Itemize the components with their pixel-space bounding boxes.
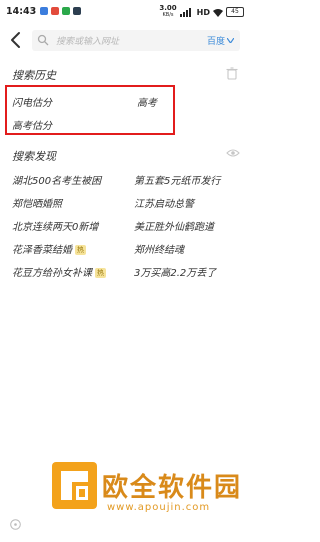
chevron-down-icon (227, 38, 234, 43)
discover-section-title: 搜索发现 (12, 150, 56, 163)
search-engine-selector[interactable]: 百度 (207, 34, 234, 47)
discover-item-label: 3万买高2.2万丢了 (134, 268, 217, 279)
signal-icon (179, 7, 191, 17)
discover-item[interactable]: 江苏启动总警 (134, 195, 194, 210)
trash-icon[interactable] (226, 67, 238, 80)
notification-icons (40, 7, 81, 15)
discover-item[interactable]: 北京连续两天0新增 (12, 218, 98, 233)
discover-item-label: 江苏启动总警 (134, 199, 194, 210)
watermark: 欧全软件园 www.apoujin.com (52, 462, 244, 537)
battery-level: 45 (231, 8, 239, 15)
network-speed: 3.00 KB/s (159, 5, 176, 19)
discover-item[interactable]: 花泽香菜结婚热 (12, 241, 86, 256)
back-arrow-icon[interactable] (8, 30, 24, 50)
discover-item-label: 美正胜外仙鹤跑道 (134, 222, 214, 233)
app-notification-icon (51, 7, 59, 15)
discover-item-label: 北京连续两天0新增 (12, 222, 99, 233)
discover-item[interactable]: 郑州终结魂 (134, 241, 184, 256)
eye-icon[interactable] (226, 148, 240, 158)
discover-item[interactable]: 郑恺晒婚照 (12, 195, 62, 210)
watermark-logo-icon (52, 462, 97, 509)
discover-item[interactable]: 湖北500名考生被困 (12, 172, 101, 187)
discover-item[interactable]: 美正胜外仙鹤跑道 (134, 218, 214, 233)
history-section-title: 搜索历史 (12, 69, 56, 82)
app-notification-icon (40, 7, 48, 15)
history-item[interactable]: 高考 (137, 94, 157, 109)
discover-item[interactable]: 第五套5元纸币发行 (134, 172, 220, 187)
search-placeholder: 搜索或输入网址 (56, 37, 120, 47)
discover-item[interactable]: 花豆方给孙女补课热 (12, 264, 106, 279)
status-indicators: 3.00 KB/s HD 45 (159, 5, 244, 19)
hot-badge: 热 (95, 268, 106, 278)
status-bar: 14:43 3.00 KB/s HD 45 (0, 0, 250, 22)
hot-badge: 热 (75, 245, 86, 255)
search-input[interactable]: 搜索或输入网址 百度 (32, 30, 240, 51)
battery-icon: 45 (226, 7, 244, 17)
status-time: 14:43 (6, 6, 37, 17)
app-notification-icon (73, 7, 81, 15)
wifi-icon (213, 8, 223, 17)
discover-item[interactable]: 3万买高2.2万丢了 (134, 264, 216, 279)
discover-item-label: 郑州终结魂 (134, 245, 184, 256)
watermark-url: www.apoujin.com (107, 502, 211, 513)
search-engine-label: 百度 (206, 37, 225, 47)
app-notification-icon (62, 7, 70, 15)
network-speed-value: 3.00 (159, 4, 177, 12)
discover-item-label: 花豆方给孙女补课 (12, 268, 92, 279)
discover-item-label: 第五套5元纸币发行 (134, 176, 221, 187)
network-speed-unit: KB/s (162, 12, 174, 18)
history-item[interactable]: 高考估分 (12, 117, 52, 132)
discover-item-label: 郑恺晒婚照 (12, 199, 62, 210)
info-icon[interactable] (10, 519, 21, 530)
history-item[interactable]: 闪电估分 (12, 94, 52, 109)
watermark-title: 欧全软件园 (102, 473, 243, 503)
search-icon (37, 34, 49, 46)
signal-label: HD (196, 7, 210, 17)
discover-item-label: 湖北500名考生被困 (12, 176, 102, 187)
discover-item-label: 花泽香菜结婚 (12, 245, 72, 256)
